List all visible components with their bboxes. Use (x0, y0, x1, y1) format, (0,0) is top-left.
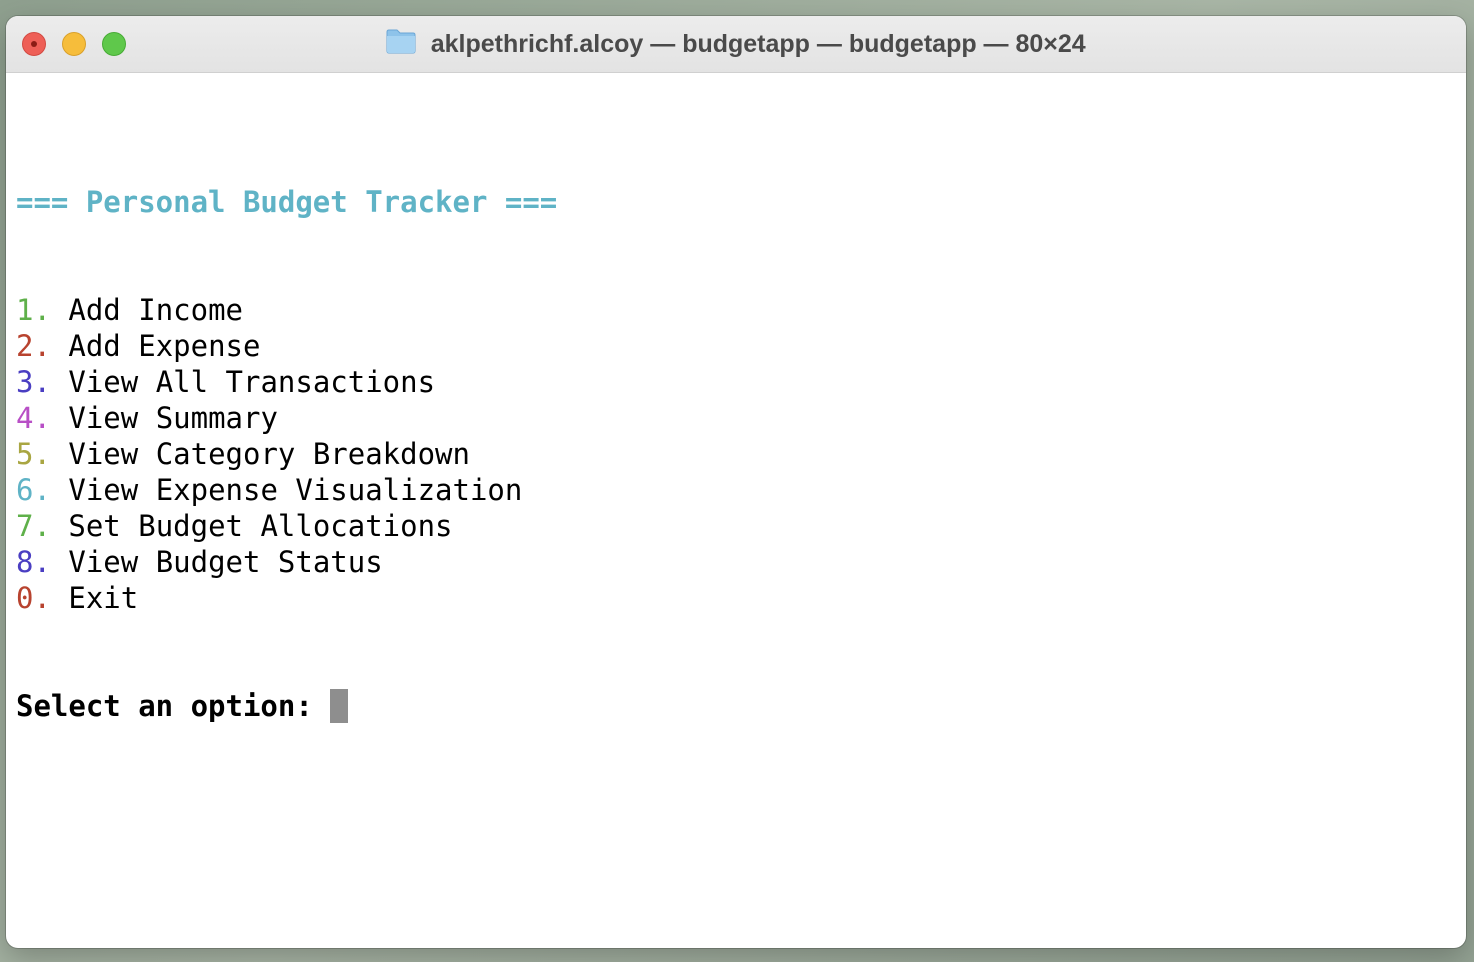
menu-item-label: Add Expense (68, 329, 261, 363)
menu-item-number: 2. (16, 329, 51, 363)
menu-item-number: 1. (16, 293, 51, 327)
menu-item-number: 6. (16, 473, 51, 507)
menu-item-number: 0. (16, 581, 51, 615)
menu-item: 7. Set Budget Allocations (16, 508, 557, 544)
menu-item-label: View Expense Visualization (68, 473, 523, 507)
menu-item-label: View Summary (68, 401, 278, 435)
title-bar[interactable]: aklpethrichf.alcoy — budgetapp — budgeta… (6, 16, 1466, 73)
folder-icon (386, 28, 416, 54)
text-cursor[interactable] (330, 689, 349, 723)
menu-item: 3. View All Transactions (16, 364, 557, 400)
menu-item: 5. View Category Breakdown (16, 436, 557, 472)
menu-item-number: 7. (16, 509, 51, 543)
menu-item-label: View All Transactions (68, 365, 436, 399)
terminal-content[interactable]: === Personal Budget Tracker === 1. Add I… (16, 112, 557, 796)
window-title-group: aklpethrichf.alcoy — budgetapp — budgeta… (6, 28, 1466, 60)
terminal-window: aklpethrichf.alcoy — budgetapp — budgeta… (6, 16, 1466, 948)
menu-item-number: 8. (16, 545, 51, 579)
prompt-line[interactable]: Select an option: (16, 688, 557, 724)
menu-item: 1. Add Income (16, 292, 557, 328)
menu-item-label: Exit (68, 581, 139, 615)
menu-item: 6. View Expense Visualization (16, 472, 557, 508)
menu-item-number: 5. (16, 437, 51, 471)
menu-item: 0. Exit (16, 580, 557, 616)
window-title: aklpethrichf.alcoy — budgetapp — budgeta… (430, 30, 1086, 58)
menu-item-number: 4. (16, 401, 51, 435)
menu-item-label: View Budget Status (68, 545, 383, 579)
menu-item: 2. Add Expense (16, 328, 557, 364)
menu-item: 8. View Budget Status (16, 544, 557, 580)
menu-item-label: Set Budget Allocations (68, 509, 453, 543)
menu-item-number: 3. (16, 365, 51, 399)
menu-item: 4. View Summary (16, 400, 557, 436)
menu-item-label: View Category Breakdown (68, 437, 470, 471)
prompt-text: Select an option: (16, 689, 331, 723)
menu-item-label: Add Income (68, 293, 243, 327)
menu-header: === Personal Budget Tracker === (16, 185, 558, 219)
